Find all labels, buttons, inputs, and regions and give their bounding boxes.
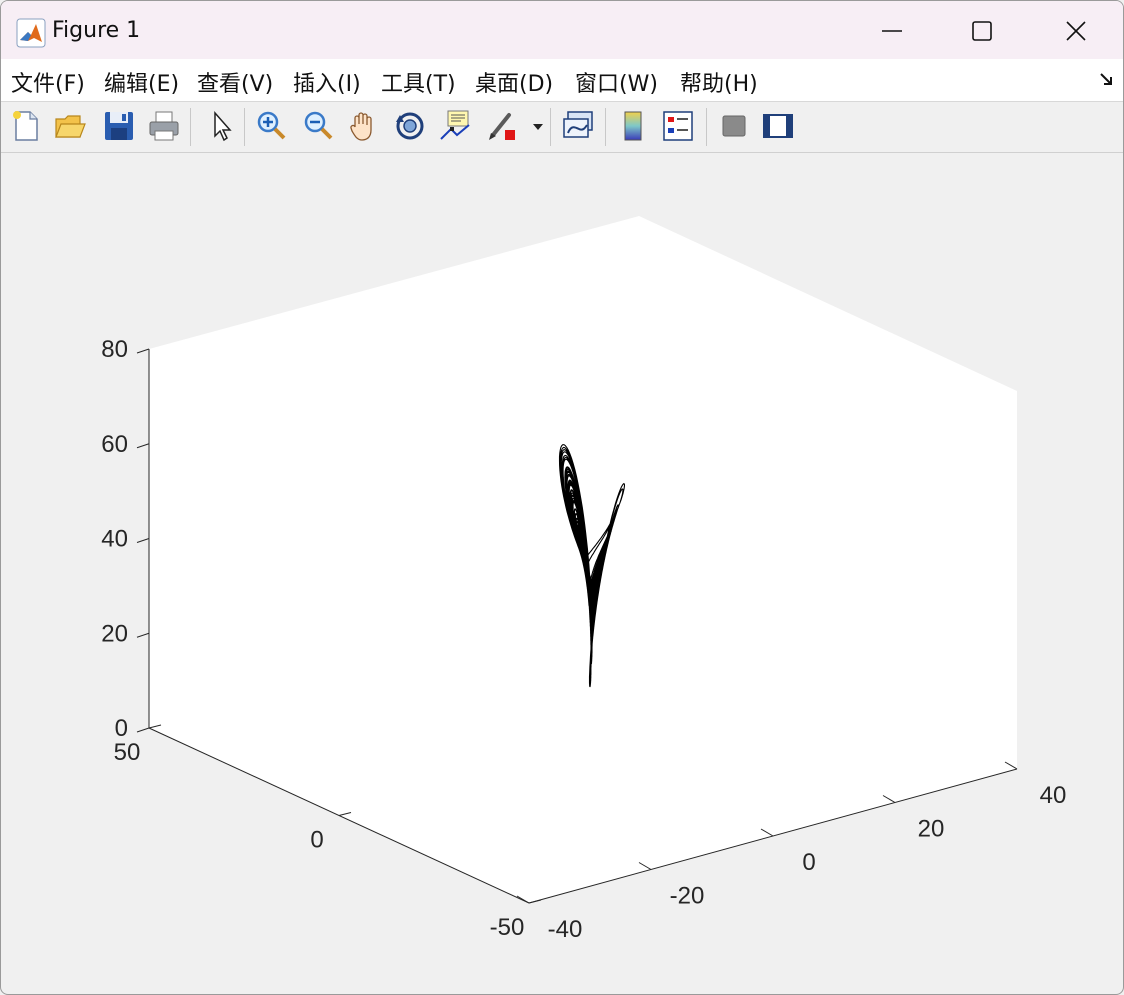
menu-bar: 文件(F) 编辑(E) 查看(V) 插入(I) 工具(T) 桌面(D) 窗口(W…	[1, 59, 1123, 102]
menu-desktop[interactable]: 桌面(D)	[475, 66, 553, 98]
pan-icon[interactable]	[347, 109, 381, 143]
zoom-in-icon[interactable]	[254, 109, 288, 143]
close-icon	[1066, 21, 1086, 41]
y-tick-label: 0	[310, 827, 323, 854]
save-icon[interactable]	[102, 109, 136, 143]
x-tick-label: 40	[1040, 782, 1067, 809]
menu-file[interactable]: 文件(F)	[11, 66, 85, 98]
matlab-logo-icon	[16, 18, 46, 48]
z-tick	[136, 538, 150, 543]
maximize-icon	[972, 21, 992, 41]
figure-canvas[interactable]: 020406080-50050-40-2002040	[1, 153, 1124, 995]
toolbar-separator	[550, 108, 551, 146]
figure-window: Figure 1 文件(F) 编辑(E) 查看(V) 插入(I) 工具(T) 桌…	[0, 0, 1124, 995]
show-plot-tools-icon[interactable]	[761, 109, 795, 143]
rotate-3d-icon[interactable]	[393, 109, 427, 143]
z-tick	[136, 727, 150, 733]
z-tick-label: 0	[115, 715, 128, 742]
x-tick-label: 20	[918, 816, 945, 843]
brush-icon[interactable]	[485, 109, 519, 143]
hide-plot-tools-icon[interactable]	[717, 109, 751, 143]
minimize-icon	[882, 30, 902, 32]
x-tick-label: -20	[670, 883, 705, 910]
legend-icon[interactable]	[661, 109, 695, 143]
x-tick-label: 0	[802, 849, 815, 876]
menu-edit[interactable]: 编辑(E)	[104, 66, 179, 98]
menu-view[interactable]: 查看(V)	[197, 66, 273, 98]
axes-3d[interactable]: 020406080-50050-40-2002040	[101, 216, 1066, 943]
z-tick-label: 80	[101, 336, 128, 363]
toolbar-separator	[605, 108, 606, 146]
z-tick-label: 60	[101, 431, 128, 458]
toolbar-separator	[706, 108, 707, 146]
new-figure-icon[interactable]	[9, 109, 43, 143]
z-tick-label: 40	[101, 526, 128, 553]
pointer-icon[interactable]	[205, 109, 239, 143]
figure-toolbar	[1, 102, 1123, 153]
menu-help[interactable]: 帮助(H)	[680, 66, 758, 98]
y-tick-label: -50	[490, 914, 525, 941]
title-bar[interactable]: Figure 1	[1, 1, 1123, 59]
minimize-button[interactable]	[847, 5, 937, 57]
print-icon[interactable]	[147, 109, 181, 143]
toolbar-separator	[244, 108, 245, 146]
y-tick-label: 50	[114, 739, 141, 766]
zoom-out-icon[interactable]	[301, 109, 335, 143]
z-tick-label: 20	[101, 620, 128, 647]
z-tick	[136, 348, 150, 354]
window-title: Figure 1	[52, 18, 141, 43]
brush-dropdown-icon[interactable]	[531, 109, 545, 143]
colorbar-icon[interactable]	[616, 109, 650, 143]
z-tick	[136, 443, 150, 449]
link-plot-icon[interactable]	[561, 109, 595, 143]
menu-insert[interactable]: 插入(I)	[293, 66, 361, 98]
z-tick	[136, 632, 150, 638]
open-file-icon[interactable]	[53, 109, 87, 143]
data-cursor-icon[interactable]	[439, 109, 473, 143]
maximize-button[interactable]	[937, 5, 1027, 57]
menu-window[interactable]: 窗口(W)	[575, 66, 658, 98]
close-button[interactable]	[1031, 5, 1121, 57]
toolbar-separator	[190, 108, 191, 146]
undock-arrow-icon[interactable]	[1099, 71, 1115, 87]
x-tick-label: -40	[548, 916, 583, 943]
menu-tools[interactable]: 工具(T)	[381, 66, 456, 98]
